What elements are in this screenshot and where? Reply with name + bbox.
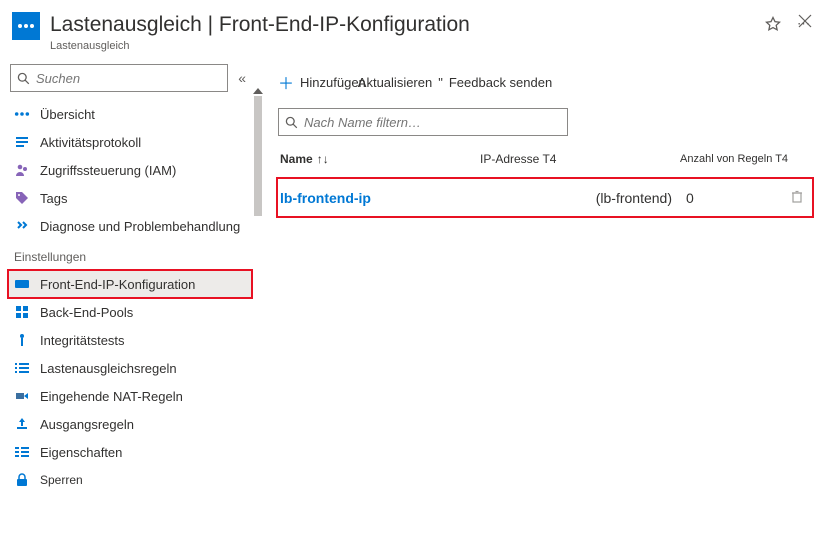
- column-rules[interactable]: Anzahl von Regeln T4: [680, 153, 812, 165]
- sidebar-item-label: Back-End-Pools: [40, 305, 133, 320]
- sidebar-item-backend[interactable]: Back-End-Pools: [0, 298, 260, 326]
- sidebar-item-label: Zugriffssteuerung (IAM): [40, 163, 176, 178]
- filter-input[interactable]: [304, 115, 561, 130]
- tags-icon: [14, 190, 30, 206]
- sidebar-item-label: Integritätstests: [40, 333, 125, 348]
- feedback-button[interactable]: " Feedback senden: [438, 75, 552, 90]
- column-name[interactable]: Name ↑↓: [280, 152, 480, 166]
- close-icon[interactable]: [798, 14, 812, 28]
- collapse-sidebar-icon[interactable]: «: [234, 66, 250, 90]
- lb-rules-icon: [14, 360, 30, 376]
- sidebar-item-outbound[interactable]: Ausgangsregeln: [0, 410, 260, 438]
- sidebar-item-activity[interactable]: Aktivitätsprotokoll: [0, 128, 260, 156]
- sidebar-item-frontend-ip[interactable]: Front-End-IP-Konfiguration: [8, 270, 252, 298]
- favorite-icon[interactable]: [765, 16, 781, 32]
- sidebar-item-locks[interactable]: Sperren: [0, 466, 260, 494]
- sidebar-item-label: Front-End-IP-Konfiguration: [40, 277, 195, 292]
- resource-type: Lastenausgleich: [50, 40, 745, 52]
- sidebar: « Übersicht Aktivitätsprotokoll Zugriffs…: [0, 60, 260, 559]
- diagnose-icon: [14, 218, 30, 234]
- refresh-button[interactable]: Aktualisieren: [358, 75, 432, 90]
- sort-icon: ↑↓: [317, 152, 329, 166]
- sidebar-item-label: Diagnose und Problembehandlung: [40, 219, 240, 234]
- sidebar-item-properties[interactable]: Eigenschaften: [0, 438, 260, 466]
- plus-icon: ＋: [278, 70, 294, 94]
- row-name-link[interactable]: lb-frontend-ip: [280, 190, 371, 206]
- resource-icon: [12, 12, 40, 40]
- sidebar-item-access[interactable]: Zugriffssteuerung (IAM): [0, 156, 260, 184]
- sidebar-item-label: Eigenschaften: [40, 445, 122, 460]
- filter-input-wrapper[interactable]: [278, 108, 568, 136]
- activity-log-icon: [14, 134, 30, 150]
- column-ip[interactable]: IP-Adresse T4: [480, 152, 680, 166]
- sidebar-item-label: Lastenausgleichsregeln: [40, 361, 177, 376]
- sidebar-item-tags[interactable]: Tags: [0, 184, 260, 212]
- add-button[interactable]: ＋ Hinzufügen: [278, 70, 366, 94]
- sidebar-item-health[interactable]: Integritätstests: [0, 326, 260, 354]
- sidebar-item-label: Sperren: [40, 473, 83, 487]
- sidebar-item-nat[interactable]: Eingehende NAT-Regeln: [0, 382, 260, 410]
- outbound-rules-icon: [14, 416, 30, 432]
- page-title: Lastenausgleich | Front-End-IP-Konfigura…: [50, 12, 745, 38]
- access-control-icon: [14, 162, 30, 178]
- search-icon: [285, 116, 298, 129]
- sidebar-item-diagnose[interactable]: Diagnose und Problembehandlung: [0, 212, 260, 240]
- backend-pools-icon: [14, 304, 30, 320]
- sidebar-section-settings: Einstellungen: [0, 240, 260, 270]
- quote-icon: ": [438, 75, 443, 90]
- delete-icon[interactable]: [790, 189, 804, 206]
- row-rules: 0: [680, 190, 790, 206]
- inbound-nat-icon: [14, 388, 30, 404]
- sidebar-item-overview[interactable]: Übersicht: [0, 100, 260, 128]
- properties-icon: [14, 444, 30, 460]
- lock-icon: [14, 472, 30, 488]
- table-row[interactable]: lb-frontend-ip (lb-frontend) 0: [278, 181, 812, 214]
- sidebar-item-label: Eingehende NAT-Regeln: [40, 389, 183, 404]
- row-ip: (lb-frontend): [480, 190, 680, 206]
- sidebar-search[interactable]: [10, 64, 228, 92]
- overview-icon: [14, 106, 30, 122]
- sidebar-item-label: Ausgangsregeln: [40, 417, 134, 432]
- table-header: Name ↑↓ IP-Adresse T4 Anzahl von Regeln …: [278, 146, 812, 175]
- health-probe-icon: [14, 332, 30, 348]
- sidebar-item-label: Übersicht: [40, 107, 95, 122]
- main-content: ＋ Hinzufügen Aktualisieren " Feedback se…: [260, 60, 830, 559]
- sidebar-item-lb-rules[interactable]: Lastenausgleichsregeln: [0, 354, 260, 382]
- frontend-ip-icon: [14, 276, 30, 292]
- sidebar-item-label: Aktivitätsprotokoll: [40, 135, 141, 150]
- command-bar: ＋ Hinzufügen Aktualisieren " Feedback se…: [278, 66, 812, 108]
- sidebar-search-input[interactable]: [36, 71, 221, 86]
- sidebar-item-label: Tags: [40, 191, 67, 206]
